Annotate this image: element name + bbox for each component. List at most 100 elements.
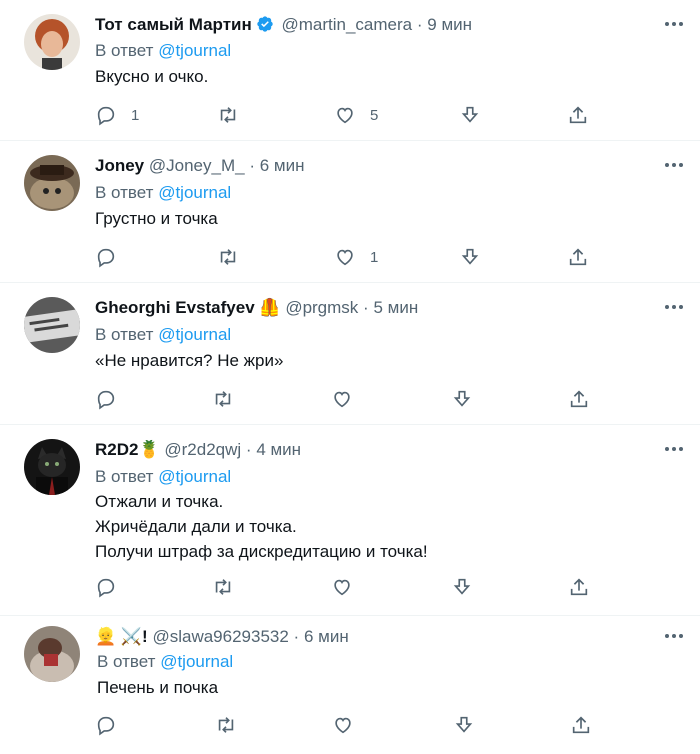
reply-handle-link[interactable]: @tjournal [158,183,231,202]
timestamp[interactable]: 5 мин [373,298,418,317]
share-icon [568,576,590,598]
retweet-icon [217,104,239,126]
reply-button[interactable] [95,387,131,411]
user-handle[interactable]: @r2d2qwj [164,440,241,459]
reply-handle-link[interactable]: @tjournal [158,41,231,60]
separator: · [249,156,255,175]
reply-handle-link[interactable]: @tjournal [160,652,233,671]
like-icon [331,388,353,410]
separator: · [245,440,252,459]
avatar[interactable] [24,439,80,495]
timestamp[interactable]: 6 мин [260,156,305,175]
tweet-actions [95,713,595,737]
share-icon [570,714,592,736]
display-name[interactable]: 👱 ⚔️! [95,627,148,646]
download-button[interactable] [459,103,481,127]
avatar[interactable] [24,297,80,353]
share-button[interactable] [568,575,590,599]
avatar[interactable] [24,626,80,682]
download-icon [453,714,475,736]
reply-button[interactable]: 1 [95,103,139,127]
name-emoji: 🦺 [259,298,281,317]
retweet-button[interactable] [215,713,251,737]
timestamp[interactable]: 6 мин [304,627,349,646]
reply-button[interactable] [95,245,131,269]
reply-icon [95,576,117,598]
retweet-icon [215,714,237,736]
reply-prefix: В ответ [95,325,154,344]
reply-handle-link[interactable]: @tjournal [158,467,231,486]
share-button[interactable] [568,387,590,411]
avatar[interactable] [24,155,80,211]
reply-prefix: В ответ [97,652,156,671]
tweet-r2d2[interactable]: R2D2🍍 @r2d2qwj · 4 мин В ответ @tjournal… [0,425,700,616]
more-icon[interactable] [662,153,686,177]
tweet-header: Gheorghi Evstafyev 🦺 @prgmsk · 5 мин [95,297,418,319]
name-emoji: 🍍 [138,440,160,459]
more-icon[interactable] [662,12,686,36]
display-name[interactable]: R2D2 [95,440,138,459]
display-name[interactable]: Gheorghi Evstafyev [95,298,255,317]
more-icon[interactable] [662,437,686,461]
timestamp[interactable]: 4 мин [256,440,301,459]
retweet-icon [212,388,234,410]
separator: · [363,298,369,317]
tweet-gheorghi[interactable]: Gheorghi Evstafyev 🦺 @prgmsk · 5 мин В о… [0,283,700,425]
like-button[interactable]: 1 [334,245,378,269]
like-icon [332,714,354,736]
download-button[interactable] [451,575,473,599]
tweet-joney[interactable]: Joney @Joney_M_ · 6 мин В ответ @tjourna… [0,141,700,283]
reply-button[interactable] [95,575,131,599]
like-button[interactable] [332,713,368,737]
verified-badge-icon [256,15,274,39]
reply-context: В ответ @tjournal [95,40,231,62]
retweet-button[interactable] [212,387,248,411]
share-button[interactable] [567,245,589,269]
like-button[interactable] [331,387,367,411]
user-handle[interactable]: @Joney_M_ [149,156,245,175]
reply-context: В ответ @tjournal [95,182,231,204]
reply-icon [95,714,117,736]
reply-prefix: В ответ [95,467,154,486]
download-button[interactable] [453,713,475,737]
tweet-text-line: Печень и почка [97,678,219,697]
user-handle[interactable]: @prgmsk [285,298,358,317]
more-icon[interactable] [662,295,686,319]
user-handle[interactable]: @slawa96293532 [152,627,288,646]
retweet-icon [217,246,239,268]
share-icon [567,104,589,126]
retweet-button[interactable] [217,245,253,269]
reply-button[interactable] [95,713,131,737]
tweet-actions: 1 [95,245,595,269]
tweet-slawa[interactable]: 👱 ⚔️! @slawa96293532 · 6 мин В ответ @tj… [0,616,700,754]
like-count: 1 [370,248,379,266]
tweet-text: «Не нравится? Не жри» [95,348,283,373]
download-button[interactable] [451,387,473,411]
tweet-martin[interactable]: Тот самый Мартин @martin_camera · 9 мин … [0,0,700,141]
like-count: 5 [370,106,379,124]
like-icon [331,576,353,598]
like-button[interactable] [331,575,367,599]
like-icon [334,246,356,268]
display-name[interactable]: Joney [95,156,144,175]
more-icon[interactable] [662,624,686,648]
download-icon [459,104,481,126]
timestamp[interactable]: 9 мин [427,15,472,34]
reply-icon [95,388,117,410]
download-icon [451,576,473,598]
avatar[interactable] [24,14,80,70]
tweet-header: 👱 ⚔️! @slawa96293532 · 6 мин [95,626,349,648]
share-button[interactable] [570,713,592,737]
retweet-button[interactable] [212,575,248,599]
display-name[interactable]: Тот самый Мартин [95,15,252,34]
retweet-button[interactable] [217,103,253,127]
user-handle[interactable]: @martin_camera [281,15,412,34]
download-icon [451,388,473,410]
reply-handle-link[interactable]: @tjournal [158,325,231,344]
download-button[interactable] [459,245,481,269]
reply-icon [95,104,117,126]
like-button[interactable]: 5 [334,103,378,127]
reply-context: В ответ @tjournal [95,324,231,346]
share-button[interactable] [567,103,589,127]
tweet-header: R2D2🍍 @r2d2qwj · 4 мин [95,439,301,461]
